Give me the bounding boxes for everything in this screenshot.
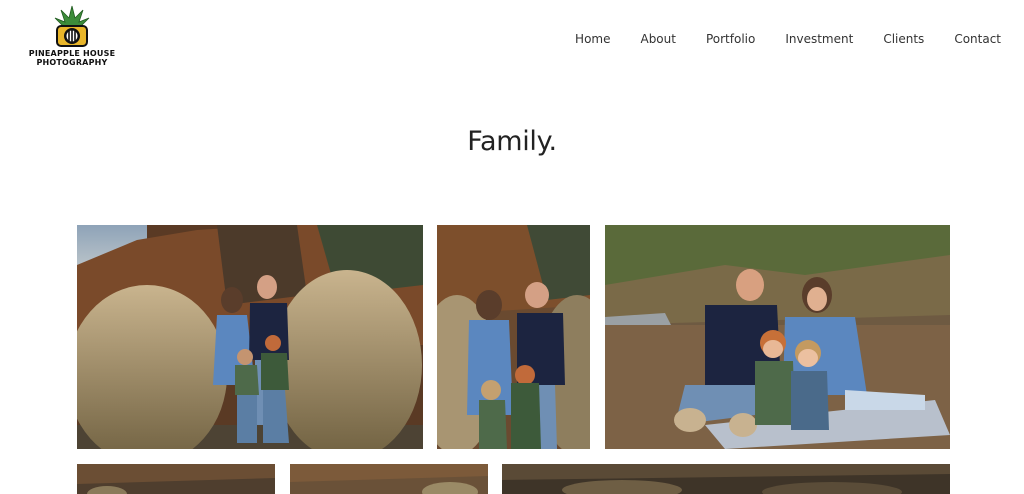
logo-text: PINEAPPLE HOUSE PHOTOGRAPHY — [29, 49, 115, 67]
logo-text-line2: PHOTOGRAPHY — [36, 58, 108, 67]
gallery-photo-partial-1[interactable] — [77, 464, 275, 494]
nav-investment[interactable]: Investment — [785, 32, 853, 46]
pineapple-logo-icon — [54, 5, 90, 47]
gallery-photo-parents-with-boys[interactable] — [437, 225, 590, 449]
logo-text-line1: PINEAPPLE HOUSE — [28, 49, 116, 58]
gallery-photo-family-sitting[interactable] — [605, 225, 950, 449]
page-title: Family. — [467, 126, 557, 157]
photo-image — [290, 464, 488, 494]
nav-clients[interactable]: Clients — [883, 32, 924, 46]
gallery-photo-partial-2[interactable] — [290, 464, 488, 494]
gallery-photo-partial-3[interactable] — [502, 464, 950, 494]
photo-image — [77, 464, 275, 494]
photo-image — [437, 225, 590, 449]
gallery-photo-family-standing[interactable] — [77, 225, 423, 449]
nav-portfolio[interactable]: Portfolio — [706, 32, 755, 46]
photo-image — [502, 464, 950, 494]
nav-home[interactable]: Home — [575, 32, 610, 46]
main-nav: Home About Portfolio Investment Clients … — [575, 32, 1001, 46]
nav-contact[interactable]: Contact — [954, 32, 1001, 46]
nav-about[interactable]: About — [640, 32, 675, 46]
site-logo[interactable]: PINEAPPLE HOUSE PHOTOGRAPHY — [24, 4, 120, 70]
photo-image — [605, 225, 950, 449]
photo-image — [77, 225, 423, 449]
